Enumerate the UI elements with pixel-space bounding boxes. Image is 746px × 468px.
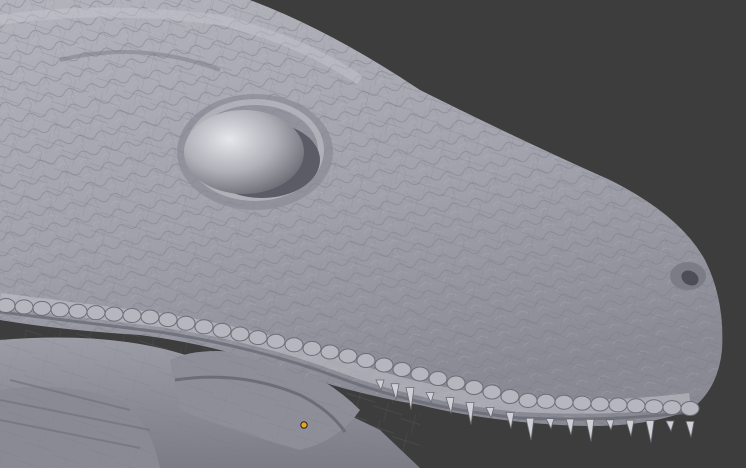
tooth (645, 420, 655, 443)
tooth (505, 412, 515, 429)
3d-viewport[interactable] (0, 0, 746, 468)
nostril (670, 262, 706, 290)
tooth (625, 419, 635, 437)
tooth (665, 420, 675, 433)
tooth (565, 418, 575, 436)
object-origin-dot-icon[interactable] (300, 421, 308, 429)
eyeball (184, 110, 304, 194)
tooth (525, 417, 535, 441)
tooth (585, 419, 595, 442)
tooth (685, 421, 695, 438)
sculpt-mesh-render (0, 0, 723, 468)
